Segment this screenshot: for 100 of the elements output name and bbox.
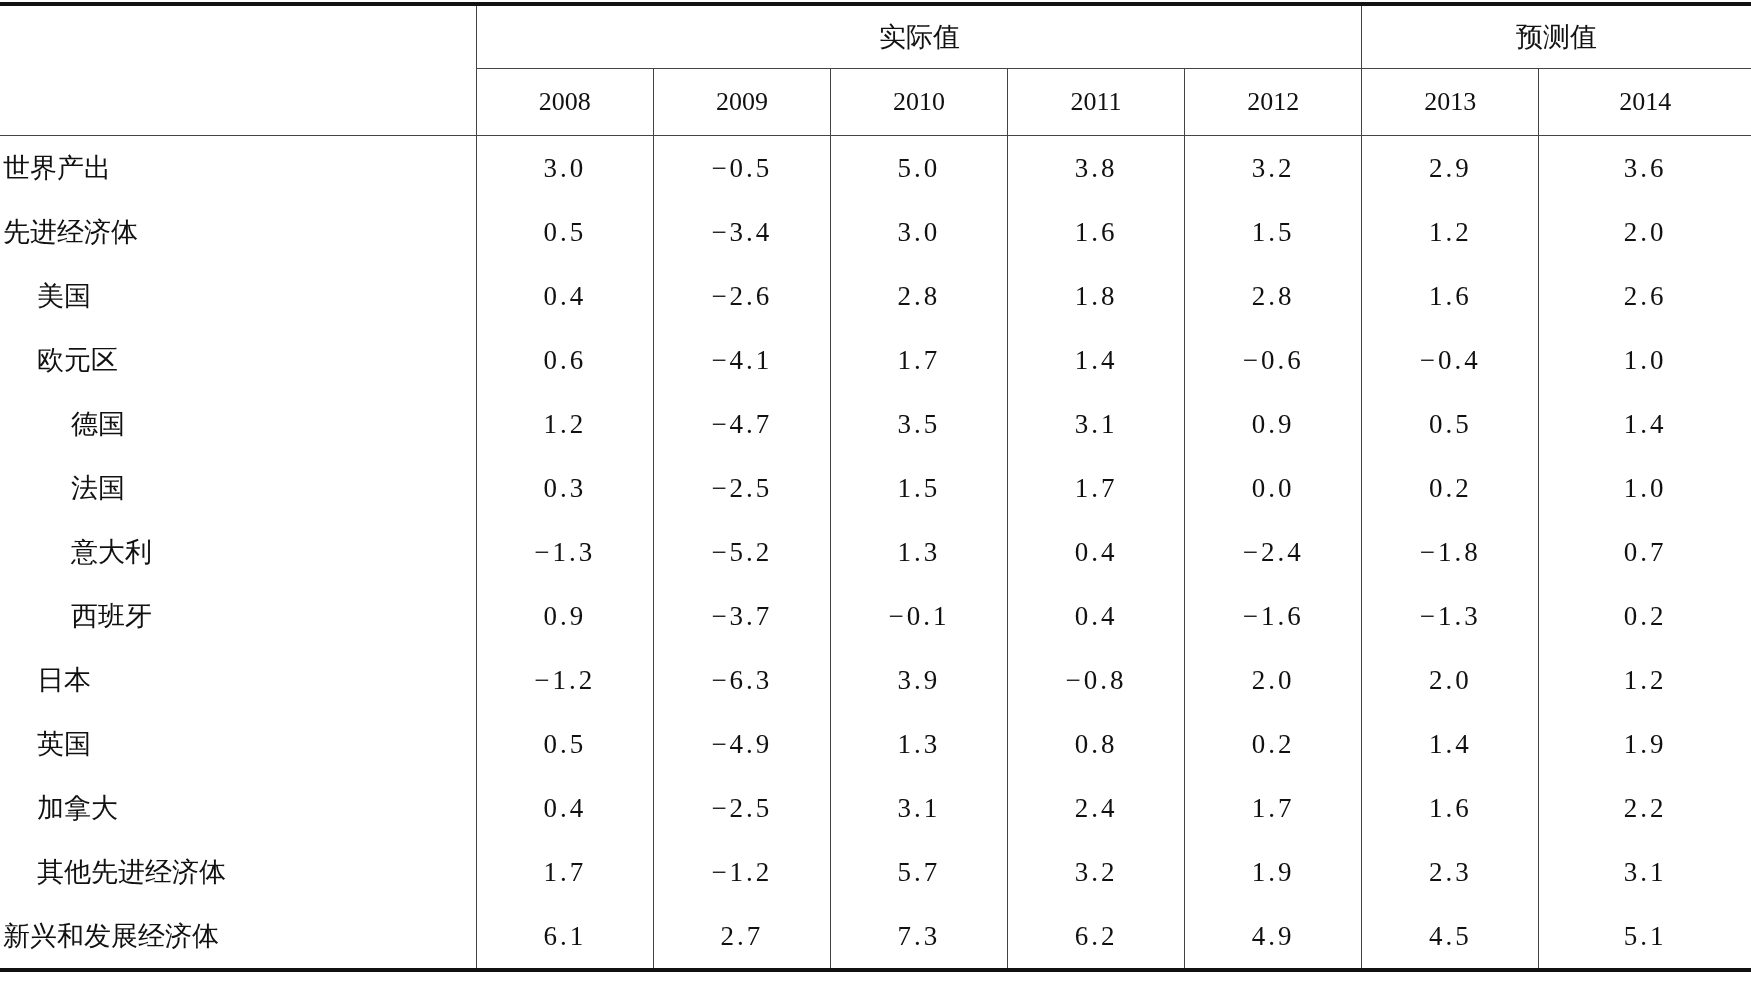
data-cell: 4.9: [1184, 904, 1362, 970]
row-label: 美国: [0, 264, 477, 328]
data-cell: 0.2: [1184, 712, 1362, 776]
data-cell: 2.0: [1184, 648, 1362, 712]
row-label: 英国: [0, 712, 477, 776]
data-cell: 2.0: [1538, 200, 1751, 264]
data-cell: 1.2: [1538, 648, 1751, 712]
data-cell: 1.7: [830, 328, 1008, 392]
data-cell: −6.3: [653, 648, 831, 712]
data-cell: 2.6: [1538, 264, 1751, 328]
row-label: 世界产出: [0, 135, 477, 200]
row-label: 加拿大: [0, 776, 477, 840]
data-cell: 2.8: [830, 264, 1008, 328]
data-cell: 0.2: [1361, 456, 1539, 520]
data-cell: −3.7: [653, 584, 831, 648]
data-cell: 0.4: [476, 776, 654, 840]
data-cell: 2.8: [1184, 264, 1362, 328]
data-cell: −2.5: [653, 776, 831, 840]
data-cell: 1.2: [1361, 200, 1539, 264]
data-cell: 2.2: [1538, 776, 1751, 840]
data-cell: 0.3: [476, 456, 654, 520]
row-label: 西班牙: [0, 584, 477, 648]
column-header: 2009: [653, 68, 831, 136]
data-cell: 3.1: [1538, 840, 1751, 904]
data-cell: 2.9: [1361, 135, 1539, 200]
data-cell: 1.9: [1538, 712, 1751, 776]
row-label: 德国: [0, 392, 477, 456]
data-cell: 1.7: [476, 840, 654, 904]
data-cell: 1.4: [1538, 392, 1751, 456]
data-cell: −0.4: [1361, 328, 1539, 392]
data-cell: −5.2: [653, 520, 831, 584]
row-label: 日本: [0, 648, 477, 712]
group-header: 实际值: [476, 4, 1362, 69]
group-header: 预测值: [1361, 4, 1751, 69]
row-label: 其他先进经济体: [0, 840, 477, 904]
data-cell: 2.4: [1007, 776, 1185, 840]
row-label: 意大利: [0, 520, 477, 584]
column-header: 2014: [1538, 68, 1751, 136]
data-cell: 6.2: [1007, 904, 1185, 970]
row-label: 欧元区: [0, 328, 477, 392]
data-cell: 2.0: [1361, 648, 1539, 712]
data-cell: 4.5: [1361, 904, 1539, 970]
data-cell: 3.5: [830, 392, 1008, 456]
data-cell: 1.6: [1361, 776, 1539, 840]
data-cell: 3.2: [1007, 840, 1185, 904]
data-cell: 1.0: [1538, 328, 1751, 392]
data-cell: 0.5: [476, 200, 654, 264]
data-cell: 3.0: [476, 135, 654, 200]
data-cell: 5.0: [830, 135, 1008, 200]
data-cell: 0.9: [476, 584, 654, 648]
data-cell: −2.4: [1184, 520, 1362, 584]
data-cell: −1.6: [1184, 584, 1362, 648]
data-cell: −2.6: [653, 264, 831, 328]
data-cell: 3.9: [830, 648, 1008, 712]
data-cell: 3.1: [1007, 392, 1185, 456]
data-cell: 1.7: [1184, 776, 1362, 840]
column-header: 2011: [1007, 68, 1185, 136]
data-cell: 3.1: [830, 776, 1008, 840]
data-cell: 0.9: [1184, 392, 1362, 456]
data-cell: −1.8: [1361, 520, 1539, 584]
row-label: 先进经济体: [0, 200, 477, 264]
data-cell: 0.5: [1361, 392, 1539, 456]
data-cell: 3.2: [1184, 135, 1362, 200]
data-cell: 1.4: [1361, 712, 1539, 776]
data-cell: 7.3: [830, 904, 1008, 970]
data-cell: 2.7: [653, 904, 831, 970]
data-cell: 0.4: [476, 264, 654, 328]
data-cell: 1.2: [476, 392, 654, 456]
column-header: 2012: [1184, 68, 1362, 136]
data-cell: 1.5: [1184, 200, 1362, 264]
data-cell: 1.6: [1361, 264, 1539, 328]
data-cell: 1.6: [1007, 200, 1185, 264]
data-cell: 5.7: [830, 840, 1008, 904]
data-cell: −0.8: [1007, 648, 1185, 712]
data-cell: 3.6: [1538, 135, 1751, 200]
data-cell: −0.5: [653, 135, 831, 200]
data-cell: 0.5: [476, 712, 654, 776]
data-cell: 1.7: [1007, 456, 1185, 520]
data-cell: 0.4: [1007, 584, 1185, 648]
data-cell: −4.1: [653, 328, 831, 392]
data-cell: −0.1: [830, 584, 1008, 648]
data-cell: 0.0: [1184, 456, 1362, 520]
data-cell: 1.3: [830, 712, 1008, 776]
data-cell: 3.0: [830, 200, 1008, 264]
data-cell: 0.7: [1538, 520, 1751, 584]
data-cell: −1.2: [476, 648, 654, 712]
data-cell: −4.9: [653, 712, 831, 776]
data-cell: 1.0: [1538, 456, 1751, 520]
column-header: 2013: [1361, 68, 1539, 136]
data-cell: 1.8: [1007, 264, 1185, 328]
data-cell: −3.4: [653, 200, 831, 264]
data-cell: −1.2: [653, 840, 831, 904]
data-cell: 0.2: [1538, 584, 1751, 648]
data-cell: 3.8: [1007, 135, 1185, 200]
data-cell: 0.8: [1007, 712, 1185, 776]
data-cell: −1.3: [476, 520, 654, 584]
column-header: 2008: [476, 68, 654, 136]
data-cell: −2.5: [653, 456, 831, 520]
data-cell: 1.4: [1007, 328, 1185, 392]
data-cell: −1.3: [1361, 584, 1539, 648]
